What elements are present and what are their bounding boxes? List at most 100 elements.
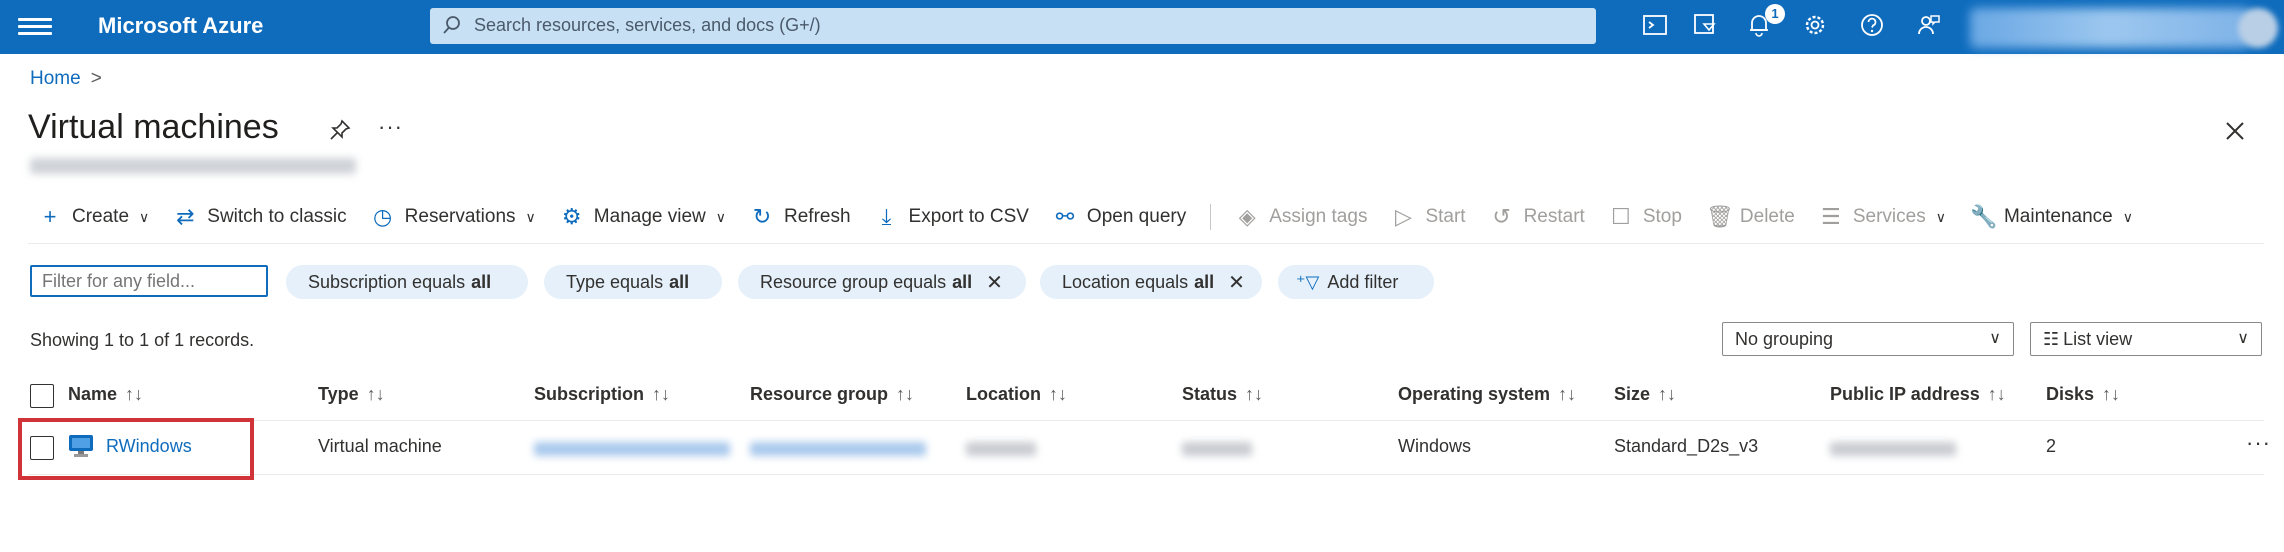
open-query-button[interactable]: ⚯ Open query bbox=[1053, 204, 1187, 230]
chevron-down-icon: ∨ bbox=[1989, 330, 2001, 347]
breadcrumb-home-link[interactable]: Home bbox=[30, 68, 81, 89]
remove-filter-icon[interactable]: ✕ bbox=[1228, 270, 1245, 295]
create-button[interactable]: + Create ∨ bbox=[38, 204, 150, 230]
column-header-resource-group[interactable]: Resource group ↑↓ bbox=[750, 384, 914, 405]
column-header-os[interactable]: Operating system ↑↓ bbox=[1398, 384, 1576, 405]
plus-icon: + bbox=[43, 204, 57, 229]
hamburger-menu-icon[interactable] bbox=[18, 14, 52, 40]
sort-icon: ↑↓ bbox=[1245, 384, 1264, 404]
search-box[interactable]: Search resources, services, and docs (G+… bbox=[430, 8, 1596, 44]
breadcrumb: Home > bbox=[30, 68, 102, 90]
resource-group-redacted[interactable] bbox=[750, 442, 926, 456]
column-header-type[interactable]: Type ↑↓ bbox=[318, 384, 385, 405]
chevron-down-icon: ∨ bbox=[525, 208, 536, 225]
start-button[interactable]: ▷ Start bbox=[1391, 204, 1466, 230]
subscription-redacted[interactable] bbox=[534, 442, 730, 456]
download-icon: ⤓ bbox=[881, 204, 892, 229]
chevron-down-icon: ∨ bbox=[2122, 208, 2133, 225]
list-view-icon: ☷ bbox=[2043, 329, 2060, 349]
settings-icon[interactable] bbox=[1800, 12, 1830, 42]
close-icon[interactable] bbox=[2220, 116, 2250, 146]
refresh-button[interactable]: ↻ Refresh bbox=[750, 204, 851, 230]
public-ip-redacted bbox=[1830, 442, 1956, 456]
account-info-redacted[interactable] bbox=[1970, 8, 2250, 48]
feedback-icon[interactable] bbox=[1914, 12, 1944, 42]
restart-icon: ↺ bbox=[1492, 204, 1511, 229]
wrench-icon: 🔧 bbox=[1969, 204, 1998, 229]
subscription-filter-pill[interactable]: Subscription equals all bbox=[286, 265, 528, 299]
avatar[interactable] bbox=[2238, 8, 2278, 48]
reservations-button[interactable]: ◷ Reservations ∨ bbox=[371, 204, 536, 230]
delete-button[interactable]: 🗑 Delete bbox=[1706, 204, 1795, 230]
search-input[interactable]: Search resources, services, and docs (G+… bbox=[474, 15, 821, 36]
services-button[interactable]: ☰ Services ∨ bbox=[1819, 204, 1946, 230]
records-count: Showing 1 to 1 of 1 records. bbox=[30, 330, 255, 350]
table-row: RWindows Virtual machine Windows Standar… bbox=[0, 422, 2284, 474]
vm-disks: 2 bbox=[2046, 436, 2057, 456]
vm-size: Standard_D2s_v3 bbox=[1614, 436, 1759, 456]
filter-input[interactable] bbox=[30, 265, 268, 297]
column-header-public-ip[interactable]: Public IP address ↑↓ bbox=[1830, 384, 2006, 405]
sort-icon: ↑↓ bbox=[1049, 384, 1067, 404]
add-filter-icon: ⁺▽ bbox=[1296, 271, 1320, 292]
column-header-location[interactable]: Location ↑↓ bbox=[966, 384, 1067, 405]
brand-title[interactable]: Microsoft Azure bbox=[98, 13, 263, 39]
toolbar-divider bbox=[1210, 204, 1212, 230]
directory-subtitle-redacted bbox=[30, 158, 356, 174]
vm-os: Windows bbox=[1398, 436, 1472, 456]
maintenance-button[interactable]: 🔧 Maintenance ∨ bbox=[1970, 204, 2133, 230]
row-more-options-icon[interactable]: ··· bbox=[2246, 430, 2271, 456]
pin-icon[interactable] bbox=[328, 118, 352, 142]
sort-icon: ↑↓ bbox=[125, 384, 144, 404]
select-all-checkbox[interactable] bbox=[30, 384, 54, 408]
switch-to-classic-button[interactable]: ⇄ Switch to classic bbox=[173, 204, 347, 230]
query-icon: ⚯ bbox=[1055, 204, 1075, 229]
export-csv-button[interactable]: ⤓ Export to CSV bbox=[875, 204, 1029, 230]
column-header-subscription[interactable]: Subscription ↑↓ bbox=[534, 384, 670, 405]
play-icon: ▷ bbox=[1394, 204, 1412, 229]
notification-count-badge: 1 bbox=[1765, 4, 1785, 24]
stop-icon: ☐ bbox=[1610, 204, 1631, 229]
column-header-size[interactable]: Size ↑↓ bbox=[1614, 384, 1676, 405]
help-icon[interactable] bbox=[1857, 12, 1887, 42]
switch-icon: ⇄ bbox=[176, 204, 195, 229]
grouping-select[interactable]: No grouping ∨ bbox=[1722, 322, 2014, 356]
column-header-status[interactable]: Status ↑↓ bbox=[1182, 384, 1263, 405]
tag-icon: ◈ bbox=[1238, 204, 1256, 229]
chevron-down-icon: ∨ bbox=[715, 208, 726, 225]
clock-icon: ◷ bbox=[373, 204, 393, 229]
more-options-icon[interactable]: ··· bbox=[378, 114, 403, 140]
sort-icon: ↑↓ bbox=[2102, 384, 2121, 404]
sort-icon: ↑↓ bbox=[366, 384, 385, 404]
type-filter-pill[interactable]: Type equals all bbox=[544, 265, 722, 299]
sort-icon: ↑↓ bbox=[1987, 384, 2006, 404]
trash-icon: 🗑 bbox=[1705, 204, 1734, 229]
column-header-name[interactable]: Name ↑↓ bbox=[68, 384, 143, 405]
table-header: Name ↑↓ Type ↑↓ Subscription ↑↓ Resource gr… bbox=[0, 378, 2284, 418]
divider bbox=[28, 474, 2264, 475]
add-filter-button[interactable]: ⁺▽ Add filter bbox=[1278, 265, 1434, 299]
sort-icon: ↑↓ bbox=[652, 384, 671, 404]
view-select[interactable]: ☷ List view ∨ bbox=[2030, 322, 2262, 356]
location-filter-pill[interactable]: Location equals all ✕ bbox=[1040, 265, 1262, 299]
remove-filter-icon[interactable]: ✕ bbox=[986, 270, 1003, 295]
resource-group-filter-pill[interactable]: Resource group equals all ✕ bbox=[738, 265, 1026, 299]
refresh-icon: ↻ bbox=[752, 204, 772, 229]
highlight-box bbox=[18, 418, 254, 480]
chevron-down-icon: ∨ bbox=[139, 208, 150, 225]
column-header-disks[interactable]: Disks ↑↓ bbox=[2046, 384, 2120, 405]
restart-button[interactable]: ↺ Restart bbox=[1490, 204, 1584, 230]
sort-icon: ↑↓ bbox=[1658, 384, 1677, 404]
breadcrumb-separator: > bbox=[90, 68, 102, 89]
status-redacted bbox=[1182, 442, 1252, 456]
stop-button[interactable]: ☐ Stop bbox=[1609, 204, 1682, 230]
sort-icon: ↑↓ bbox=[1558, 384, 1577, 404]
directory-filter-icon[interactable] bbox=[1690, 12, 1720, 42]
manage-view-button[interactable]: ⚙ Manage view ∨ bbox=[560, 204, 726, 230]
gear-icon: ⚙ bbox=[561, 204, 582, 229]
cloud-shell-icon[interactable] bbox=[1640, 12, 1670, 42]
assign-tags-button[interactable]: ◈ Assign tags bbox=[1235, 204, 1368, 230]
divider bbox=[28, 243, 2264, 244]
divider bbox=[28, 420, 2264, 421]
chevron-down-icon: ∨ bbox=[2237, 330, 2249, 347]
